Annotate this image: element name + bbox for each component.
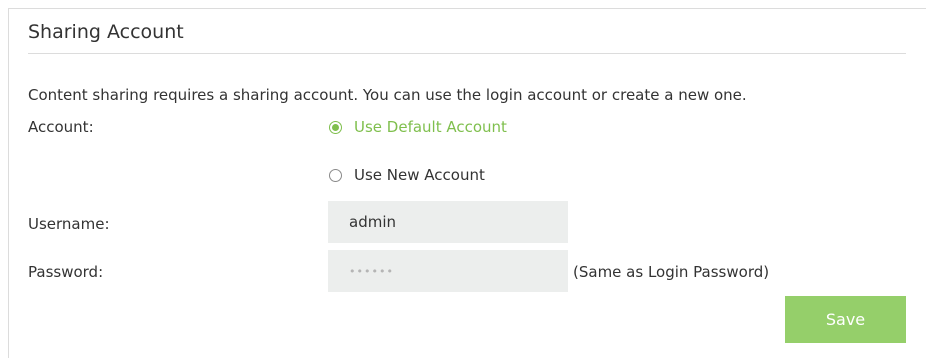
sharing-account-panel: Sharing Account Content sharing requires… — [8, 8, 926, 358]
password-input[interactable] — [328, 250, 568, 292]
radio-checked-icon[interactable] — [329, 120, 342, 134]
username-input[interactable] — [328, 201, 568, 243]
radio-label-new: Use New Account — [354, 166, 485, 184]
save-button[interactable]: Save — [785, 296, 906, 343]
account-label: Account: — [28, 118, 94, 136]
username-label: Username: — [28, 215, 110, 233]
section-title: Sharing Account — [28, 21, 184, 43]
password-label: Password: — [28, 263, 104, 281]
radio-unchecked-icon[interactable] — [329, 168, 342, 182]
section-description: Content sharing requires a sharing accou… — [28, 86, 747, 104]
radio-label-default: Use Default Account — [354, 118, 507, 136]
radio-use-new-account[interactable]: Use New Account — [329, 165, 485, 185]
password-hint: (Same as Login Password) — [573, 263, 770, 281]
title-divider — [28, 53, 906, 54]
radio-use-default-account[interactable]: Use Default Account — [329, 117, 507, 137]
